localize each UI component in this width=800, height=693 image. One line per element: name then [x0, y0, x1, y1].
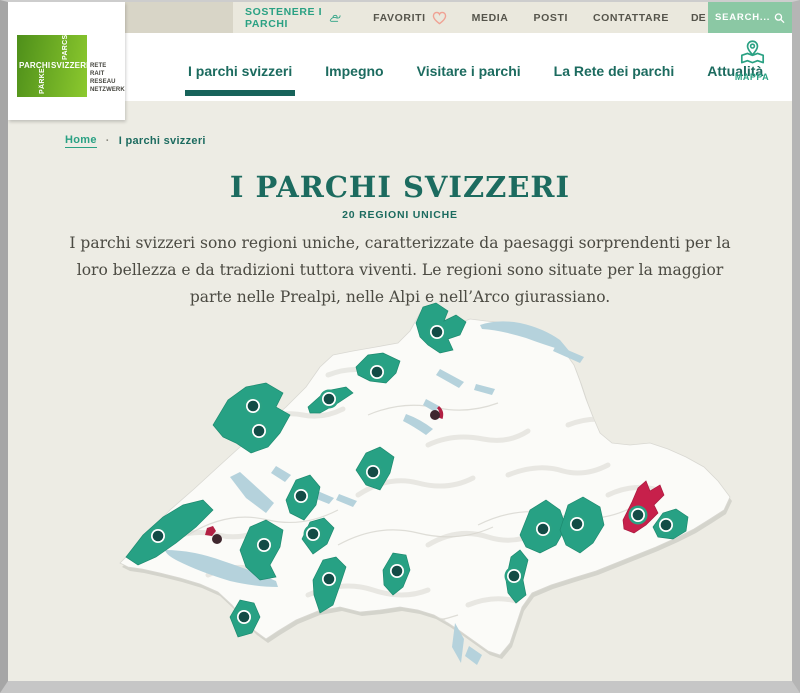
park-marker[interactable]: [244, 397, 263, 416]
support-parks-link[interactable]: SOSTENERE I PARCHI: [245, 6, 341, 30]
park-marker[interactable]: [657, 516, 676, 535]
favorites-label: FAVORITI: [373, 12, 425, 24]
country-outline: [120, 305, 730, 655]
logo-text-parcs: PARCS: [62, 38, 69, 60]
breadcrumb: Home · I parchi svizzeri: [65, 134, 206, 148]
park-marker[interactable]: [235, 608, 254, 627]
nav-items: I parchi svizzeri Impegno Visitare i parch…: [188, 33, 763, 101]
logo-network-words: RETERAITRESEAUNETZWERK: [90, 62, 124, 94]
park-marker-dot[interactable]: [430, 410, 440, 420]
park-marker[interactable]: [292, 487, 311, 506]
park-marker[interactable]: [428, 323, 447, 342]
park-marker[interactable]: [629, 506, 648, 525]
park-marker-dot[interactable]: [212, 534, 222, 544]
logo-square: PARCHI SVIZZERI PARCS PÄRKE: [17, 35, 87, 97]
switzerland-map[interactable]: [8, 295, 792, 681]
search-icon[interactable]: [774, 11, 785, 25]
logo-box: PARCHI SVIZZERI PARCS PÄRKE RETERAITRESE…: [8, 2, 125, 120]
topbar-item-posti[interactable]: POSTI: [533, 12, 568, 24]
park-marker[interactable]: [388, 562, 407, 581]
heart-icon: [432, 11, 447, 25]
park-marker[interactable]: [364, 463, 383, 482]
logo-network-word: RETE: [90, 62, 124, 70]
topbar-items: MEDIA POSTI CONTATTARE: [447, 12, 669, 24]
park-marker[interactable]: [320, 390, 339, 409]
breadcrumb-home-link[interactable]: Home: [65, 134, 97, 148]
park-marker[interactable]: [534, 520, 553, 539]
park-marker[interactable]: [368, 363, 387, 382]
topbar-item-contattare[interactable]: CONTATTARE: [593, 12, 669, 24]
support-parks-label: SOSTENERE I PARCHI: [245, 6, 322, 30]
main-navigation: I parchi svizzeri Impegno Visitare i parch…: [8, 33, 792, 101]
topbar-item-media[interactable]: MEDIA: [472, 12, 509, 24]
logo-text-parke: PÄRKE: [39, 72, 46, 94]
park-marker[interactable]: [250, 422, 269, 441]
page-title: I PARCHI SVIZZERI: [8, 170, 792, 204]
nav-item-impegno[interactable]: Impegno: [325, 63, 383, 79]
park-marker[interactable]: [304, 525, 323, 544]
browser-viewport: SOSTENERE I PARCHI FAVORITI MEDIA POSTI CO…: [0, 0, 800, 693]
park-marker[interactable]: [320, 570, 339, 589]
site-logo[interactable]: PARCHI SVIZZERI PARCS PÄRKE RETERAITRESE…: [17, 35, 121, 99]
search-input[interactable]: SEARCH...: [708, 2, 792, 33]
nav-item-visitare-i-parchi[interactable]: Visitare i parchi: [417, 63, 521, 79]
park-marker[interactable]: [568, 515, 587, 534]
logo-network-word: NETZWERK: [90, 86, 124, 94]
logo-network-word: RAIT: [90, 70, 124, 78]
donate-hand-icon: [329, 10, 341, 25]
park-marker[interactable]: [149, 527, 168, 546]
breadcrumb-current: I parchi svizzeri: [119, 135, 206, 147]
map-button[interactable]: MAPPA: [726, 39, 778, 82]
page: SOSTENERE I PARCHI FAVORITI MEDIA POSTI CO…: [8, 2, 792, 681]
nav-item-la-rete-dei-parchi[interactable]: La Rete dei parchi: [554, 63, 675, 79]
page-subtitle: 20 REGIONI UNICHE: [8, 209, 792, 221]
logo-network-word: RESEAU: [90, 78, 124, 86]
topbar: SOSTENERE I PARCHI FAVORITI MEDIA POSTI CO…: [125, 2, 792, 33]
map-pin-icon: [739, 39, 766, 66]
park-marker[interactable]: [255, 536, 274, 555]
topbar-segment: [125, 2, 233, 33]
map-button-label: MAPPA: [726, 72, 778, 82]
search-placeholder: SEARCH...: [715, 12, 770, 23]
park-marker[interactable]: [505, 567, 524, 586]
nav-item-i-parchi-svizzeri[interactable]: I parchi svizzeri: [188, 63, 292, 79]
breadcrumb-separator: ·: [106, 135, 110, 147]
logo-text-svizzeri: SVIZZERI: [51, 61, 89, 70]
language-de[interactable]: DE: [691, 12, 706, 24]
favorites-link[interactable]: FAVORITI: [373, 11, 446, 25]
topbar-menu: SOSTENERE I PARCHI FAVORITI MEDIA POSTI CO…: [245, 2, 708, 33]
